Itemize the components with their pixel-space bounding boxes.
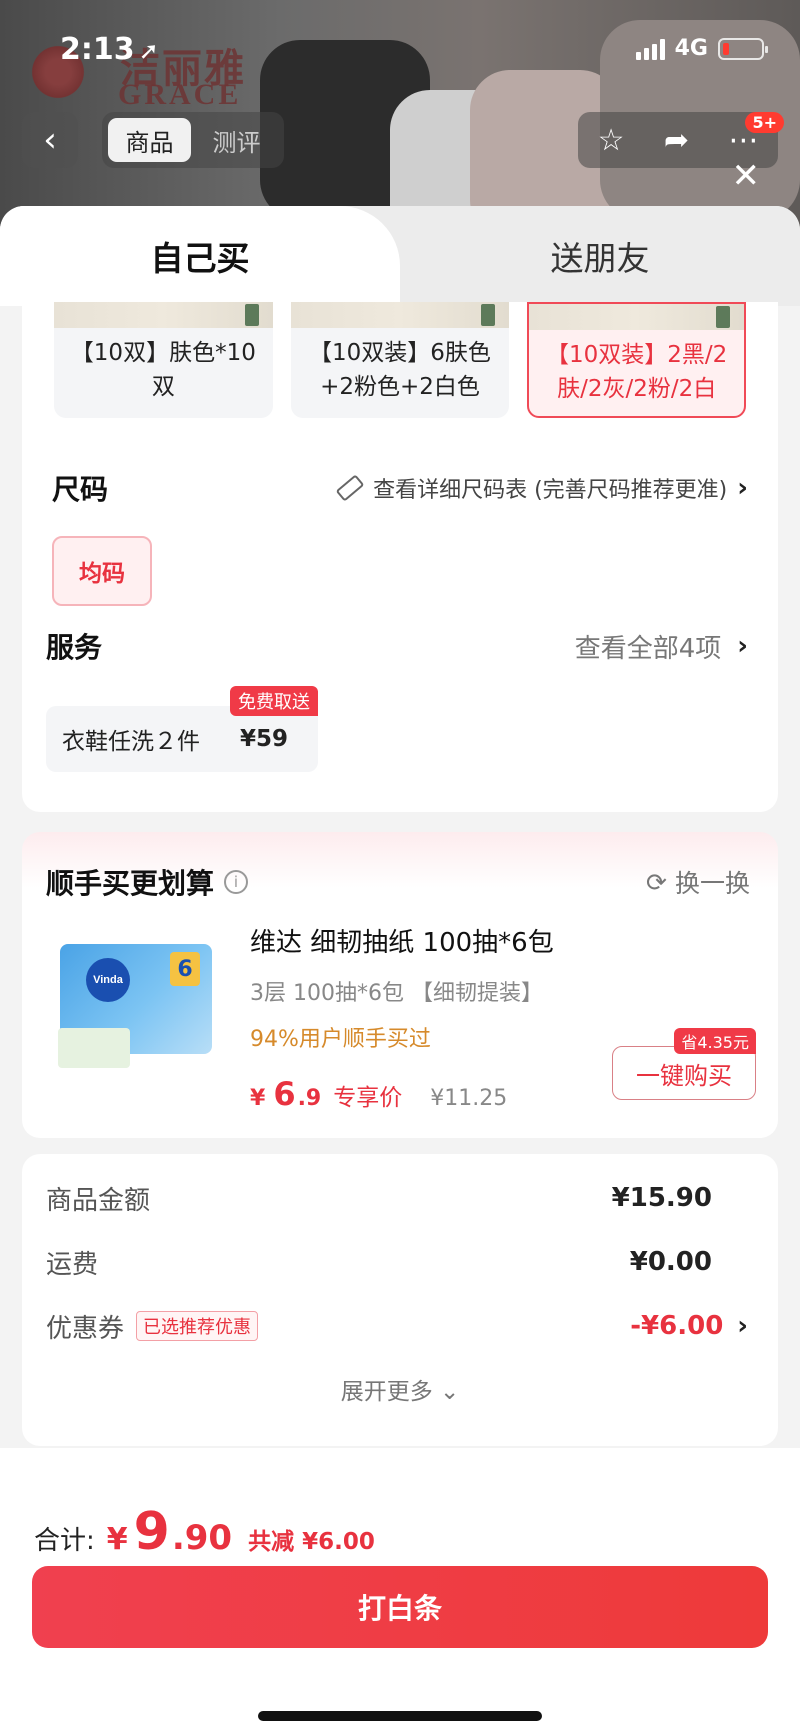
upsell-card: 顺手买更划算 i ⟳ 换一换 Vinda 6 维达 细韧抽纸 100抽*6包 3… bbox=[22, 832, 778, 1138]
chevron-down-icon: ⌄ bbox=[440, 1379, 460, 1405]
tissue-product-image: Vinda 6 bbox=[46, 918, 226, 1098]
summary-value: ¥0.00 bbox=[629, 1247, 712, 1277]
upsell-header: 顺手买更划算 i ⟳ 换一换 bbox=[22, 832, 778, 902]
summary-value: ¥15.90 bbox=[611, 1183, 712, 1213]
total-label: 合计: bbox=[34, 1526, 95, 1556]
pack-count-badge: 6 bbox=[170, 952, 200, 986]
refresh-button[interactable]: ⟳ 换一换 bbox=[646, 864, 750, 900]
info-icon[interactable]: i bbox=[224, 870, 249, 894]
product-info: 维达 细韧抽纸 100抽*6包 3层 100抽*6包 【细韧提装】 94%用户顺… bbox=[250, 918, 756, 1113]
size-chart-link[interactable]: 查看详细尺码表 (完善尺码推荐更准) › bbox=[335, 472, 748, 504]
summary-row: 运费 ¥0.00 bbox=[22, 1230, 778, 1294]
price-decimal: .9 bbox=[297, 1086, 322, 1111]
total-integer: 9 bbox=[133, 1502, 170, 1562]
size-title: 尺码 bbox=[52, 473, 109, 506]
upsell-title: 顺手买更划算 i bbox=[46, 862, 249, 902]
price-integer: 6 bbox=[273, 1075, 296, 1113]
expand-more-label: 展开更多 bbox=[340, 1379, 433, 1405]
tab-gift-friend[interactable]: 送朋友 bbox=[400, 206, 800, 306]
coupon-value: -¥6.00 bbox=[630, 1311, 724, 1341]
tab-review[interactable]: 测评 bbox=[195, 118, 278, 162]
pay-button[interactable]: 打白条 bbox=[32, 1566, 768, 1648]
home-indicator bbox=[258, 1711, 542, 1721]
summary-label: 商品金额 bbox=[46, 1185, 151, 1216]
expand-more-button[interactable]: 展开更多 ⌄ bbox=[22, 1372, 778, 1406]
service-more-link[interactable]: 查看全部4项 › bbox=[575, 628, 748, 665]
vinda-logo: Vinda bbox=[86, 958, 130, 1002]
variant-label: 【10双】肤色*10双 bbox=[70, 340, 256, 400]
service-name: 衣鞋任洗２件 bbox=[62, 729, 200, 755]
variant-list: 【10双】肤色*10双 【10双装】6肤色+2粉色+2白色 【10双装】2黑/2… bbox=[22, 302, 778, 418]
variant-option[interactable]: 【10双装】6肤色+2粉色+2白色 bbox=[290, 302, 510, 418]
variant-thumbnail bbox=[290, 302, 510, 328]
variant-label: 【10双装】6肤色+2粉色+2白色 bbox=[309, 340, 491, 400]
service-more-label: 查看全部4项 bbox=[574, 633, 722, 664]
coupon-value-wrap: -¥6.00 › bbox=[630, 1311, 748, 1341]
size-chart-label: 查看详细尺码表 (完善尺码推荐更准) bbox=[373, 478, 728, 503]
close-icon[interactable]: ✕ bbox=[732, 156, 761, 196]
location-arrow-icon: ➚ bbox=[138, 37, 159, 65]
total-line: 合计: ¥ 9 .90 共减 ¥6.00 bbox=[0, 1448, 800, 1562]
free-pickup-tag: 免费取送 bbox=[230, 686, 318, 716]
network-type: 4G bbox=[674, 36, 708, 61]
product-name: 维达 细韧抽纸 100抽*6包 bbox=[250, 928, 554, 958]
original-price: ¥11.25 bbox=[430, 1086, 508, 1111]
service-option[interactable]: 衣鞋任洗２件 ¥59 免费取送 bbox=[46, 686, 318, 772]
service-price: ¥59 bbox=[240, 726, 289, 752]
summary-label: 优惠券 bbox=[46, 1313, 125, 1344]
upsell-product[interactable]: Vinda 6 维达 细韧抽纸 100抽*6包 3层 100抽*6包 【细韧提装… bbox=[22, 902, 778, 1113]
tissue-box bbox=[58, 1028, 130, 1068]
status-icons: 4G bbox=[635, 36, 768, 61]
message-badge: 5+ bbox=[745, 112, 784, 133]
save-amount-tag: 省4.35元 bbox=[674, 1028, 756, 1054]
chevron-right-icon: › bbox=[737, 631, 748, 661]
summary-label: 运费 bbox=[46, 1249, 99, 1280]
purchase-mode-tabs: 自己买 送朋友 bbox=[0, 206, 800, 306]
coupon-tag: 已选推荐优惠 bbox=[136, 1311, 259, 1341]
tab-product[interactable]: 商品 bbox=[108, 118, 191, 162]
brand-name-en: GRACE bbox=[118, 78, 242, 111]
size-header: 尺码 查看详细尺码表 (完善尺码推荐更准) › bbox=[22, 468, 778, 508]
tab-buy-self[interactable]: 自己买 bbox=[0, 206, 400, 306]
signal-icon bbox=[635, 38, 665, 60]
chevron-right-icon: › bbox=[737, 473, 748, 503]
battery-icon bbox=[718, 37, 768, 60]
summary-row: 商品金额 ¥15.90 bbox=[22, 1166, 778, 1230]
refresh-label: 换一换 bbox=[674, 869, 750, 898]
refresh-icon: ⟳ bbox=[646, 867, 667, 897]
coupon-label: 优惠券 已选推荐优惠 bbox=[46, 1308, 259, 1345]
variant-option[interactable]: 【10双】肤色*10双 bbox=[54, 302, 273, 418]
chevron-left-icon: ‹ bbox=[43, 120, 57, 160]
upsell-title-text: 顺手买更划算 bbox=[46, 867, 215, 900]
total-decimal: .90 bbox=[171, 1518, 233, 1558]
star-icon[interactable]: ☆ bbox=[598, 123, 625, 158]
variant-thumbnail bbox=[529, 304, 744, 330]
clock: 2:13 bbox=[60, 32, 135, 67]
size-option-selected[interactable]: 均码 bbox=[52, 536, 152, 606]
share-icon[interactable]: ➦ bbox=[664, 123, 689, 158]
variant-thumbnail bbox=[54, 302, 273, 328]
checkout-footer: 合计: ¥ 9 .90 共减 ¥6.00 打白条 bbox=[0, 1448, 800, 1731]
service-title: 服务 bbox=[46, 631, 103, 664]
total-currency: ¥ bbox=[106, 1522, 128, 1557]
product-spec: 3层 100抽*6包 【细韧提装】 bbox=[250, 981, 543, 1006]
currency-symbol: ¥ bbox=[250, 1086, 266, 1111]
order-summary-card: 商品金额 ¥15.90 运费 ¥0.00 优惠券 已选推荐优惠 -¥6.00 ›… bbox=[22, 1154, 778, 1446]
back-button[interactable]: ‹ bbox=[22, 112, 78, 168]
one-click-buy-button[interactable]: 一键购买 bbox=[612, 1046, 756, 1100]
price-label: 专享价 bbox=[333, 1085, 403, 1111]
top-tabs: 商品 测评 bbox=[102, 112, 284, 168]
spec-card: 【10双】肤色*10双 【10双装】6肤色+2粉色+2白色 【10双装】2黑/2… bbox=[22, 302, 778, 812]
variant-label: 【10双装】2黑/2肤/2灰/2粉/2白 bbox=[546, 342, 728, 402]
status-time: 2:13 ➚ bbox=[60, 32, 159, 67]
total-discount: 共减 ¥6.00 bbox=[248, 1529, 375, 1555]
variant-option-selected[interactable]: 【10双装】2黑/2肤/2灰/2粉/2白 bbox=[527, 302, 746, 418]
coupon-row[interactable]: 优惠券 已选推荐优惠 -¥6.00 › bbox=[22, 1294, 778, 1358]
service-header: 服务 查看全部4项 › bbox=[22, 626, 778, 666]
chevron-right-icon: › bbox=[737, 1311, 748, 1341]
ruler-icon bbox=[335, 474, 365, 502]
